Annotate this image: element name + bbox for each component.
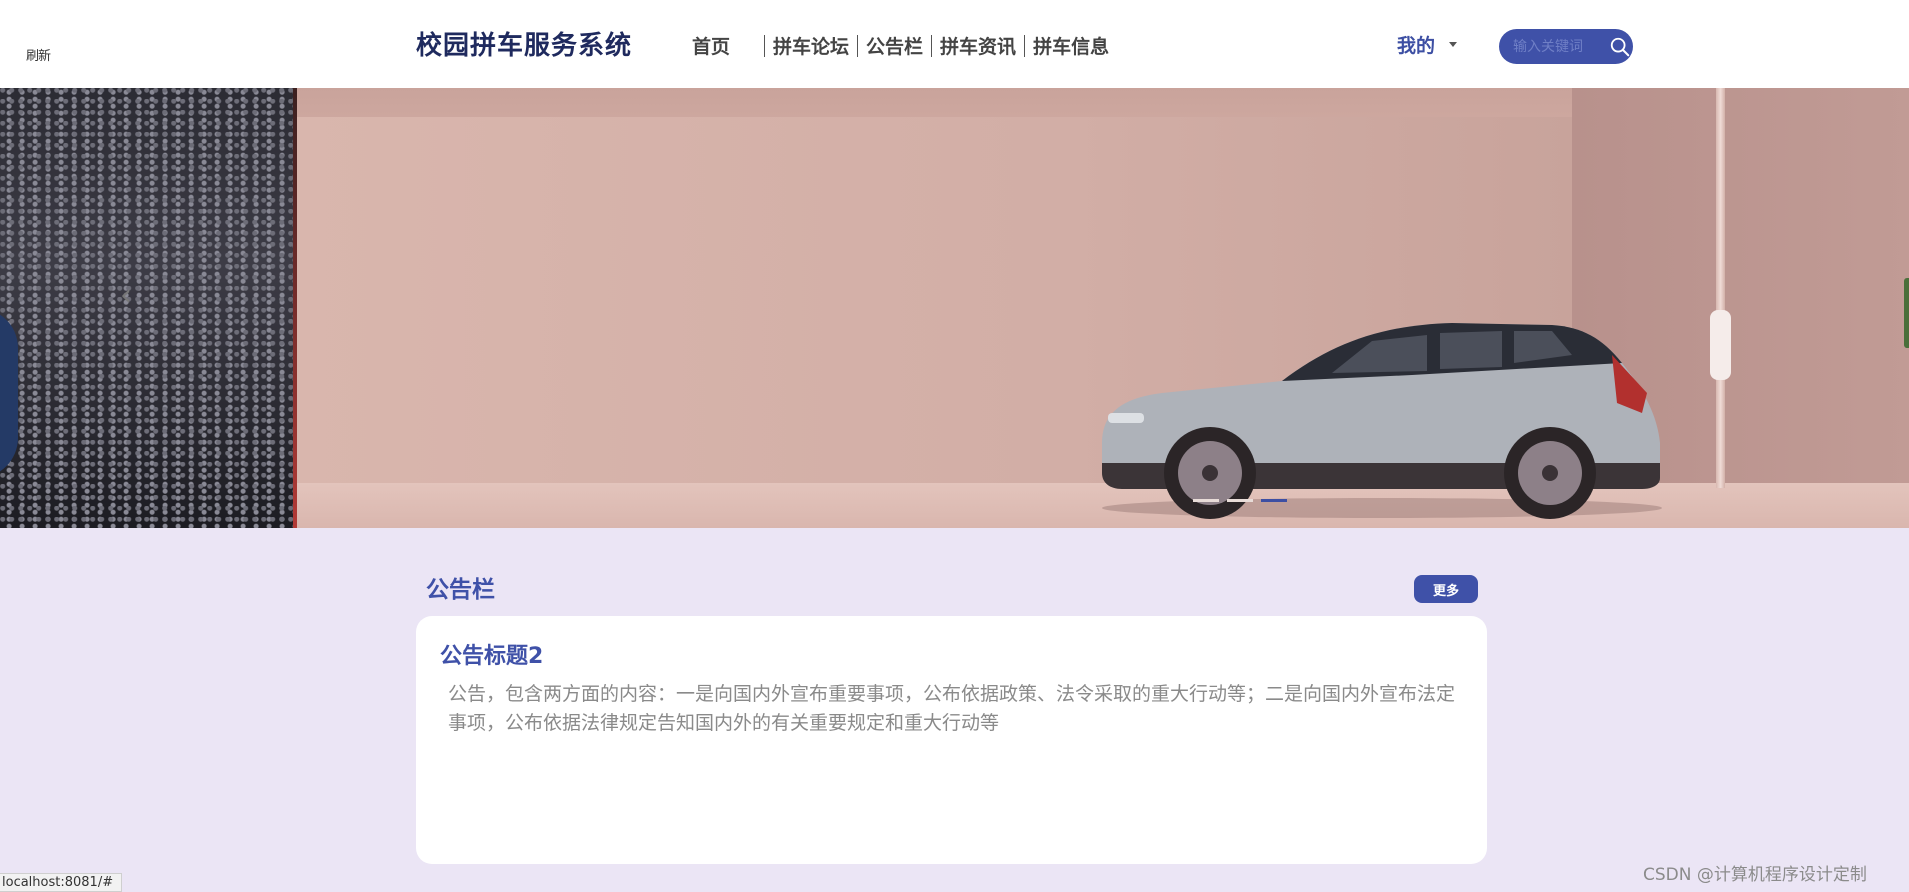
carousel-dot-3-active[interactable] (1261, 499, 1287, 502)
notice-card-body: 公告，包含两方面的内容：一是向国内外宣布重要事项，公布依据政策、法令采取的重大行… (448, 683, 1456, 734)
car-image (1102, 323, 1662, 519)
nav-forum[interactable]: 拼车论坛 (773, 32, 849, 59)
site-title: 校园拼车服务系统 (416, 31, 633, 61)
main-nav: 首页 拼车论坛 公告栏 拼车资讯 拼车信息 (692, 32, 1109, 59)
banner-slide-previous: ‹ (0, 88, 297, 528)
carousel-dot-1[interactable] (1193, 499, 1219, 502)
refresh-label[interactable]: 刷新 (26, 45, 51, 64)
status-bar-url: localhost:8081/# (0, 873, 123, 892)
banner-carousel: ‹ (0, 88, 1909, 528)
watermark: CSDN @计算机程序设计定制 (1643, 865, 1867, 885)
search-input[interactable] (1511, 37, 1603, 56)
nav-news[interactable]: 拼车资讯 (940, 32, 1016, 59)
nav-divider (931, 34, 933, 57)
notice-card-title[interactable]: 公告标题2 (440, 638, 543, 670)
banner-slide-current (297, 88, 1909, 528)
nav-divider (764, 34, 766, 57)
more-button[interactable]: 更多 (1414, 575, 1478, 603)
search-icon[interactable] (1609, 36, 1631, 58)
my-menu-label: 我的 (1397, 35, 1436, 57)
chevron-left-icon[interactable]: ‹ (120, 278, 132, 313)
search-box (1499, 29, 1633, 64)
car-image-fragment (0, 308, 18, 478)
nav-home[interactable]: 首页 (692, 32, 730, 59)
nav-divider (1024, 34, 1026, 57)
my-menu[interactable]: 我的 (1397, 31, 1458, 58)
carousel-dot-2[interactable] (1227, 499, 1253, 502)
notice-card[interactable]: 公告标题2 公告，包含两方面的内容：一是向国内外宣布重要事项，公布依据政策、法令… (416, 616, 1487, 864)
top-header: 刷新 校园拼车服务系统 首页 拼车论坛 公告栏 拼车资讯 拼车信息 我的 (0, 0, 1909, 88)
nav-notice[interactable]: 公告栏 (866, 32, 923, 59)
charging-box (1710, 310, 1731, 380)
nav-carpool-info[interactable]: 拼车信息 (1033, 32, 1109, 59)
caret-down-icon (1449, 42, 1458, 47)
nav-divider (857, 34, 859, 57)
carousel-indicators (1193, 499, 1287, 502)
side-tab[interactable] (1904, 278, 1909, 348)
notice-section-title: 公告栏 (426, 577, 495, 603)
charging-pole (1716, 88, 1725, 488)
